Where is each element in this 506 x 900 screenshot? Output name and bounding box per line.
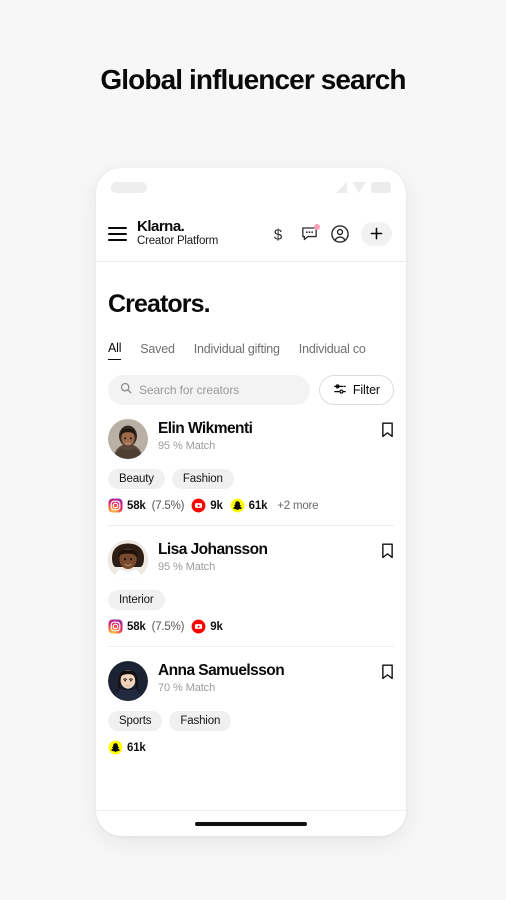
more-platforms-link[interactable]: +2 more [277,500,318,512]
creator-card[interactable]: Anna Samuelsson 70 % Match Sports Fashio… [108,647,394,767]
stat-instagram: 58k (7.5%) [108,498,184,513]
youtube-icon [191,498,206,513]
search-row: Filter [96,360,406,405]
creator-name: Elin Wikmenti [158,420,253,437]
creator-tag[interactable]: Fashion [171,469,234,489]
avatar [108,419,148,459]
stat-youtube: 9k [191,619,223,634]
page-title: Creators. [108,290,211,318]
creator-match: 70 % Match [158,681,216,694]
tab-individual-gifting[interactable]: Individual gifting [194,342,280,360]
page-headline: Global influencer search [100,64,406,95]
stat-value: 58k [127,499,146,512]
page-root: Global influencer search Klarna. Creator… [0,0,506,900]
wifi-icon [352,181,366,193]
instagram-icon [108,619,123,634]
stat-value: 9k [210,499,223,512]
phone-status-bar [96,168,406,206]
bookmark-icon[interactable] [381,419,394,443]
creator-match: 95 % Match [158,560,216,573]
brand-block: Klarna. Creator Platform [137,219,218,248]
phone-mockup: Klarna. Creator Platform $ Creators. All… [96,168,406,836]
stat-snapchat: 61k [108,740,146,755]
stat-snapchat: 61k [230,498,268,513]
stat-value: 61k [248,499,268,512]
tab-all[interactable]: All [108,341,122,360]
tab-individual-collaboration[interactable]: Individual co [299,342,366,360]
home-indicator[interactable] [195,821,307,826]
creator-stats: 58k (7.5%) 9k [108,498,394,513]
creator-tags: Sports Fashion [108,711,394,731]
creator-header: Elin Wikmenti 95 % Match [108,419,394,459]
instagram-icon [108,498,123,513]
creator-match: 95 % Match [158,439,216,452]
avatar [108,540,148,580]
header-actions: $ [267,221,392,246]
stat-percent: (7.5%) [151,499,185,512]
creator-tags: Interior [108,590,394,610]
stat-youtube: 9k [191,498,223,513]
stat-value: 58k [127,620,146,633]
stat-instagram: 58k (7.5%) [108,619,184,634]
avatar [108,661,148,701]
creator-header: Lisa Johansson 95 % Match [108,540,394,580]
creator-header: Anna Samuelsson 70 % Match [108,661,394,701]
signal-icon [336,181,347,193]
brand-subtitle: Creator Platform [137,235,219,248]
app-header: Klarna. Creator Platform $ [96,206,406,262]
filter-button[interactable]: Filter [318,375,394,405]
creator-card[interactable]: Elin Wikmenti 95 % Match Beauty Fashion [108,405,394,526]
snapchat-icon [230,498,245,513]
tab-saved[interactable]: Saved [140,342,175,360]
creator-tag[interactable]: Fashion [169,711,232,731]
svg-text:$: $ [274,226,283,243]
snapchat-icon [108,740,123,755]
creator-stats: 58k (7.5%) 9k [108,619,394,634]
bookmark-icon[interactable] [381,661,394,685]
filter-button-label: Filter [352,383,380,397]
home-indicator-area [96,810,406,836]
search-input[interactable] [139,383,298,397]
youtube-icon [191,619,206,634]
add-button[interactable] [361,221,392,246]
creator-tag[interactable]: Interior [108,590,165,610]
status-bar-left-placeholder [111,181,147,193]
creator-name: Anna Samuelsson [158,662,285,679]
status-bar-indicators [336,181,391,193]
brand-name: Klarna. [137,218,185,236]
tab-bar: All Saved Individual gifting Individual … [96,319,406,360]
bookmark-icon[interactable] [381,540,394,564]
messages-icon[interactable] [298,223,320,245]
creator-identity: Elin Wikmenti 95 % Match [158,419,371,452]
creator-identity: Anna Samuelsson 70 % Match [158,661,371,694]
creator-tag[interactable]: Sports [108,711,163,731]
dollar-icon[interactable]: $ [267,223,289,245]
creator-stats: 61k [108,740,394,755]
creator-name: Lisa Johansson [158,541,268,558]
battery-icon [371,181,391,193]
stat-value: 9k [210,620,223,633]
creator-list: Elin Wikmenti 95 % Match Beauty Fashion [96,405,406,767]
stat-percent: (7.5%) [151,620,185,633]
hamburger-menu-icon[interactable] [108,226,127,241]
app-screen: Creators. All Saved Individual gifting I… [96,262,406,810]
account-icon[interactable] [329,223,351,245]
sliders-icon [333,382,347,399]
stat-value: 61k [127,741,146,754]
creator-identity: Lisa Johansson 95 % Match [158,540,371,573]
search-icon [120,381,132,399]
creator-tag[interactable]: Beauty [108,469,165,489]
notification-badge-dot [314,223,320,230]
creator-card[interactable]: Lisa Johansson 95 % Match Interior 58k (… [108,526,394,647]
creator-tags: Beauty Fashion [108,469,394,489]
search-box[interactable] [108,375,310,405]
